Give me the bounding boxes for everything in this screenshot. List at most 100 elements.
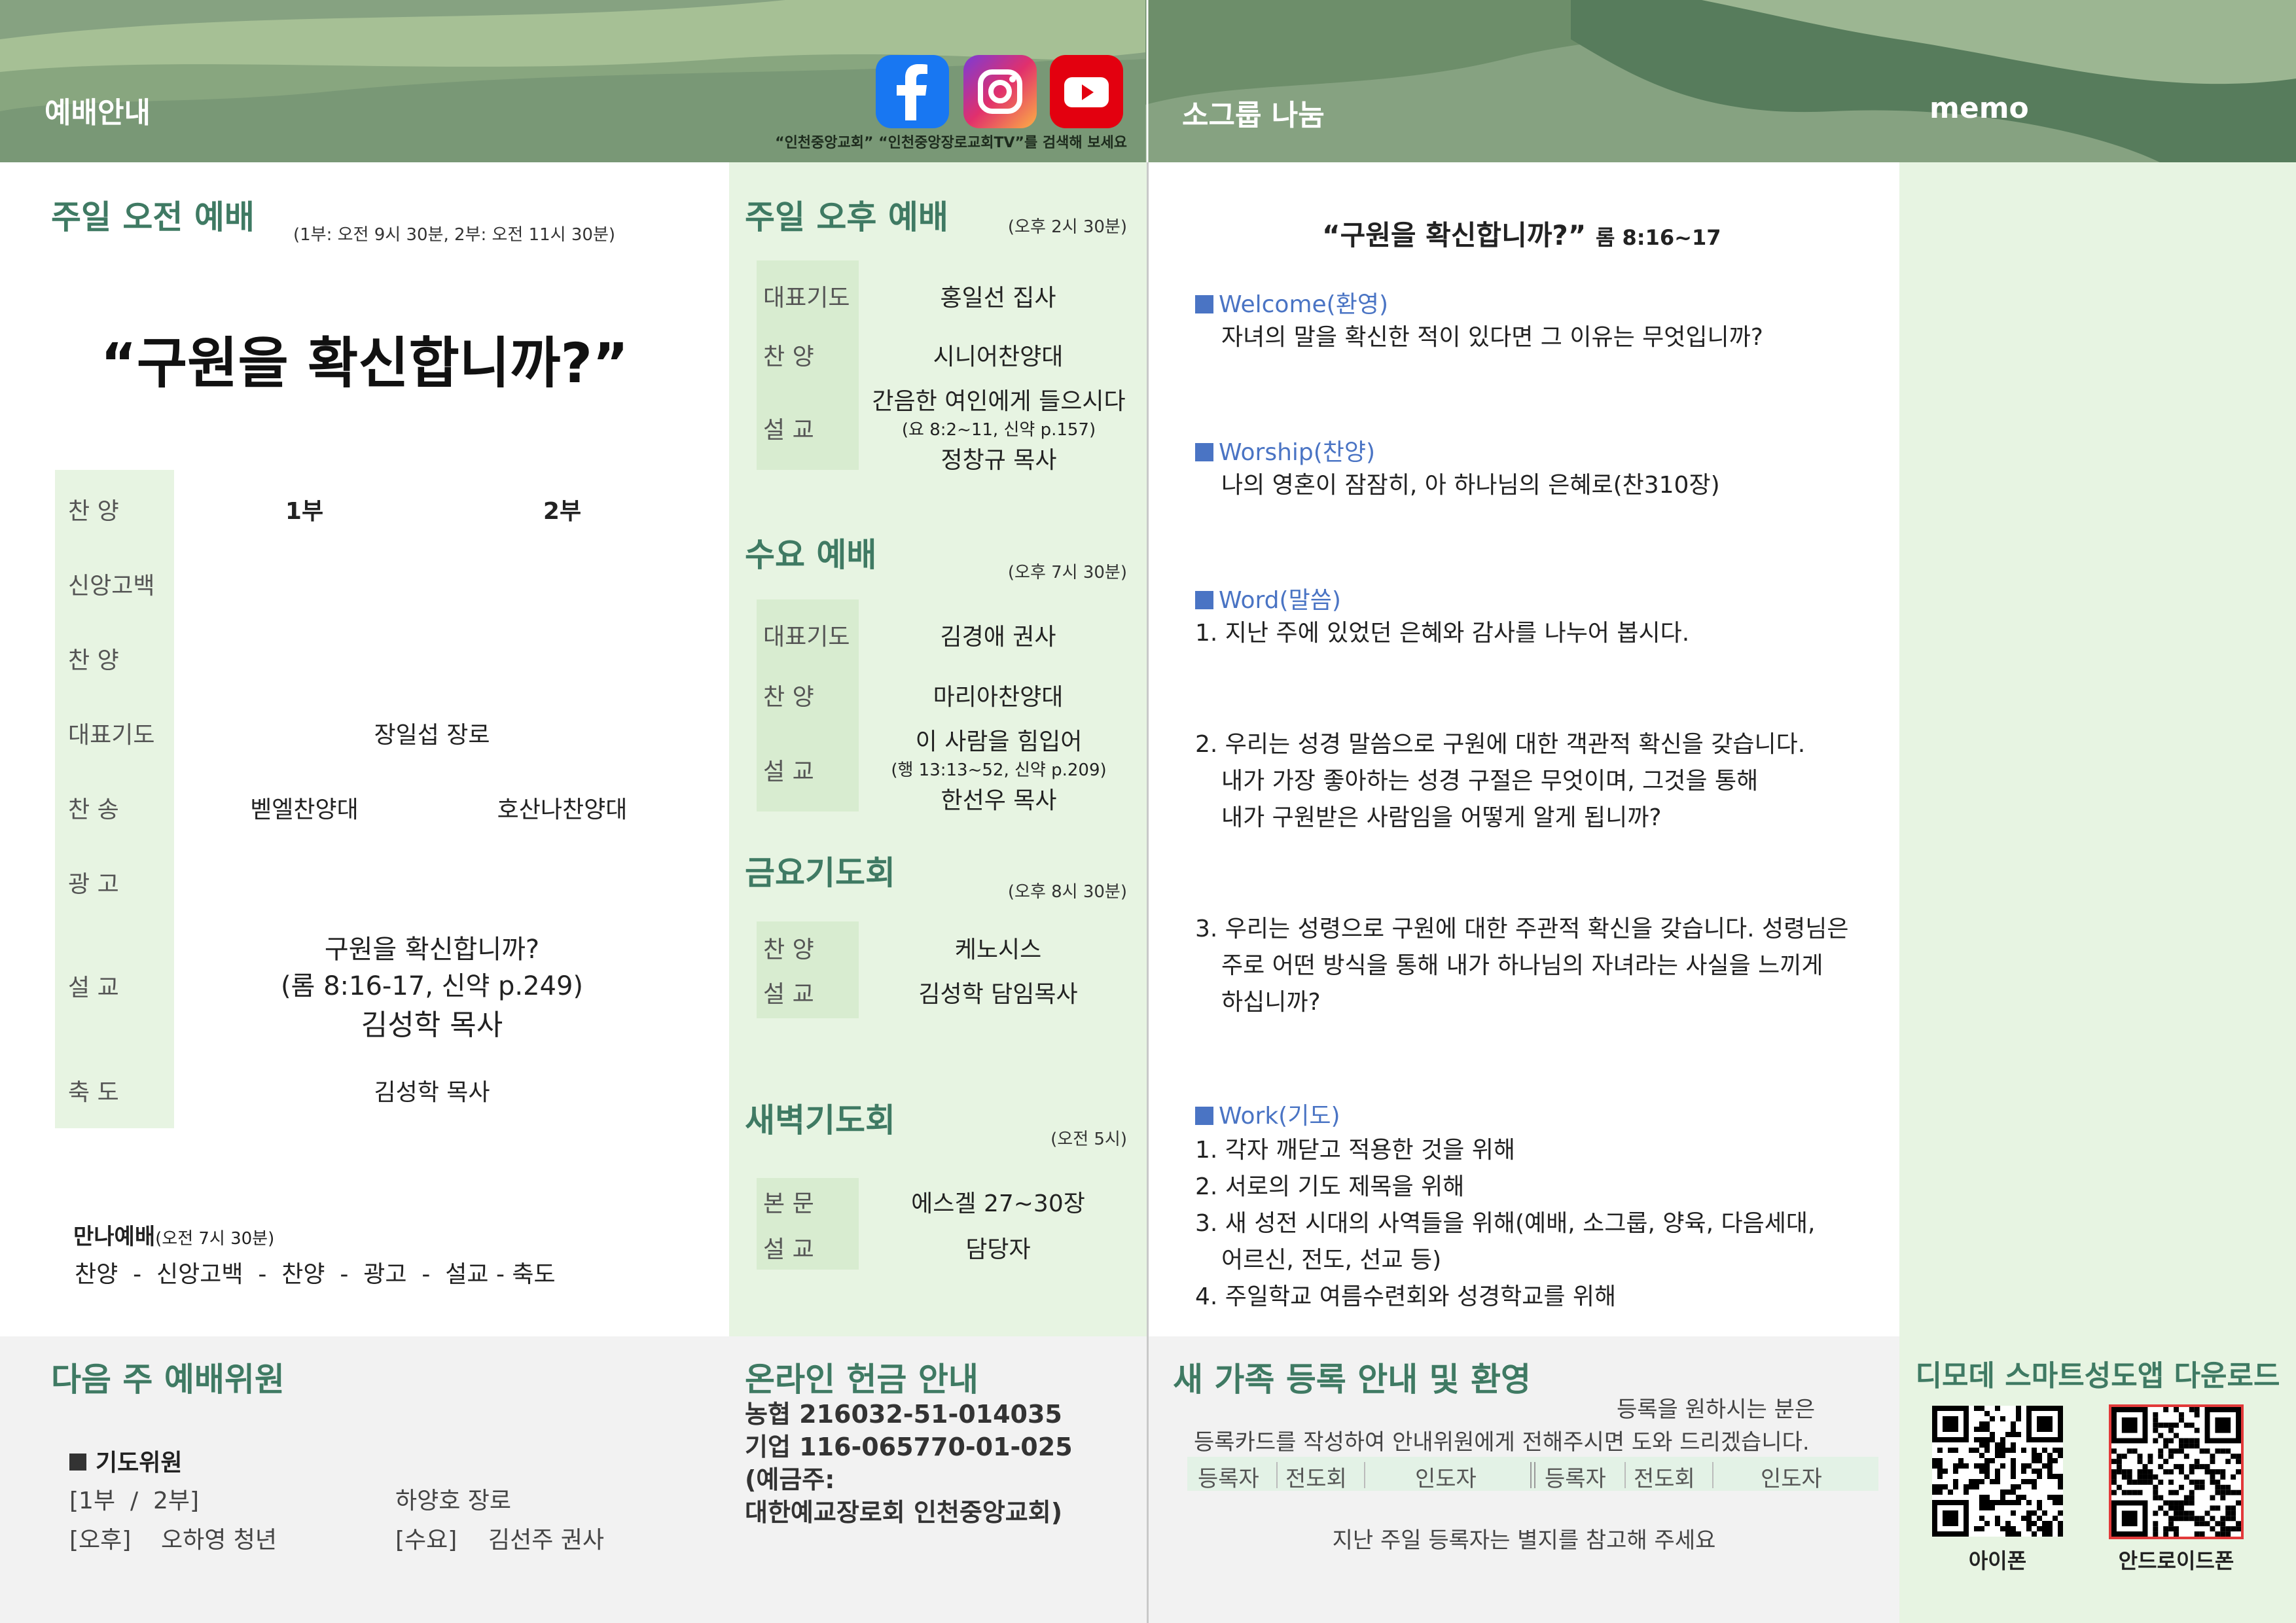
friday-title: 금요기도회	[745, 854, 895, 892]
sg-title: “구원을 확신합니까?” 롬 8:16~17	[1322, 213, 1721, 253]
wed-sermon-title: 이 사람을 힘입어	[915, 728, 1083, 755]
sg-ref: 롬 8:16~17	[1595, 225, 1721, 250]
order-label-announce: 광 고	[68, 871, 119, 898]
word-q3b: 주로 어떤 방식을 통해 내가 하나님의 자녀라는 사실을 느끼게	[1221, 952, 1823, 979]
pm-label-sermon: 설 교	[763, 417, 814, 444]
am-sermon-ref: (롬 8:16-17, 신약 p.249)	[280, 971, 584, 1001]
facebook-icon[interactable]	[876, 55, 949, 128]
fri-praise: 케노시스	[954, 936, 1042, 963]
pm-sermon-ref: (요 8:2~11, 신약 p.157)	[901, 420, 1096, 440]
order-label-sermon: 설 교	[68, 974, 119, 1001]
sunday-pm-title: 주일 오후 예배	[745, 198, 948, 236]
prayer-committee-head-text: 기도위원	[96, 1450, 183, 1476]
bullet-square-icon	[1195, 1107, 1213, 1125]
word-q3a: 3. 우리는 성령으로 구원에 대한 주관적 확신을 갖습니다. 성령님은	[1195, 916, 1849, 942]
pm-sermon-title: 간음한 여인에게 들으시다	[872, 388, 1126, 415]
sunday-am-time: (1부: 오전 9시 30분, 2부: 오전 11시 30분)	[293, 225, 616, 245]
welcome-question: 자녀의 말을 확신한 적이 있다면 그 이유는 무엇입니까?	[1221, 324, 1763, 351]
work-3b: 어르신, 전도, 선교 등)	[1221, 1247, 1442, 1274]
work-1: 1. 각자 깨닫고 적용한 것을 위해	[1195, 1137, 1516, 1164]
manna-order: 찬양 - 신앙고백 - 찬양 - 광고 - 설교 - 축도	[75, 1261, 556, 1288]
work-2: 2. 서로의 기도 제목을 위해	[1195, 1173, 1465, 1200]
memo-column-bg	[1899, 162, 2296, 1336]
word-head: Word(말씀)	[1195, 581, 1341, 615]
choir-1bu: 벧엘찬양대	[250, 796, 359, 823]
word-q1: 1. 지난 주에 있었던 은혜와 감사를 나누어 봅시다.	[1195, 620, 1690, 647]
instagram-icon[interactable]	[963, 55, 1037, 128]
pm-label-prayer: 대표기도	[763, 285, 850, 312]
committee-wed-value: 김선주 권사	[488, 1527, 605, 1554]
word-q2b: 내가 가장 좋아하는 성경 구절은 무엇이며, 그것을 통해	[1221, 768, 1759, 794]
newfamily-col-1: 등록자	[1198, 1466, 1259, 1492]
newfamily-col-5: 전도회	[1634, 1466, 1695, 1492]
order-label-hymn: 찬 양	[68, 498, 119, 525]
table-divider	[1530, 1462, 1532, 1488]
offering-nh-account: 농협 216032-51-014035	[745, 1400, 1062, 1429]
word-q2c: 내가 구원받은 사람임을 어떻게 알게 됩니까?	[1221, 804, 1662, 831]
dawn-text: 에스겔 27~30장	[911, 1190, 1085, 1217]
word-head-text: Word(말씀)	[1219, 587, 1341, 614]
table-divider	[1712, 1462, 1713, 1488]
order-label-prayer: 대표기도	[68, 722, 155, 749]
header-memo-title: memo	[1929, 92, 2029, 125]
pm-praise: 시니어찬양대	[933, 344, 1064, 370]
friday-time: (오후 8시 30분)	[1007, 882, 1127, 902]
choir-2bu: 호산나찬양대	[497, 796, 628, 823]
order-label-creed: 신앙고백	[68, 573, 155, 599]
bullet-square-icon	[1195, 591, 1213, 609]
welcome-head-text: Welcome(환영)	[1219, 291, 1389, 318]
manna-title: 만나예배(오전 7시 30분)	[73, 1219, 274, 1251]
table-divider	[1364, 1462, 1365, 1488]
sermon-title: “구원을 확신합니까?”	[100, 331, 629, 395]
col-1bu: 1부	[285, 498, 324, 525]
search-note: “인천중앙교회” “인천중앙장로교회TV”를 검색해 보세요	[775, 135, 1127, 151]
wed-sermon-ref: (행 13:13~52, 신약 p.209)	[891, 760, 1107, 780]
wed-label-prayer: 대표기도	[763, 624, 850, 651]
work-head: Work(기도)	[1195, 1097, 1340, 1131]
app-title: 디모데 스마트성도앱 다운로드	[1915, 1359, 2280, 1393]
youtube-icon[interactable]	[1050, 55, 1123, 128]
android-qr-code[interactable]	[2109, 1404, 2244, 1539]
table-divider	[1276, 1462, 1278, 1488]
pm-label-praise: 찬 양	[763, 344, 814, 370]
work-head-text: Work(기도)	[1219, 1103, 1340, 1130]
newfamily-note2: 등록카드를 작성하여 안내위원에게 전해주시면 도와 드리겠습니다.	[1194, 1429, 1810, 1455]
sunday-am-title: 주일 오전 예배	[51, 198, 255, 236]
benediction: 김성학 목사	[374, 1079, 490, 1106]
am-preacher: 김성학 목사	[361, 1008, 503, 1042]
sunday-pm-time: (오후 2시 30분)	[1007, 217, 1127, 237]
dawn-time: (오전 5시)	[1050, 1130, 1127, 1149]
prayer-leader: 장일섭 장로	[374, 722, 490, 749]
table-divider	[1534, 1462, 1535, 1488]
wednesday-time: (오후 7시 30분)	[1007, 563, 1127, 582]
pm-prayer: 홍일선 집사	[940, 285, 1056, 312]
header-landscape-image	[0, 0, 2296, 162]
committee-1-2bu-label: [1부 / 2부]	[69, 1488, 200, 1514]
wed-preacher: 한선우 목사	[941, 787, 1057, 814]
iphone-qr-code[interactable]	[1932, 1406, 2063, 1537]
offering-ibk-account: 기업 116-065770-01-025	[745, 1433, 1073, 1461]
dawn-title: 새벽기도회	[745, 1101, 895, 1139]
order-label-blessing: 축 도	[68, 1079, 119, 1106]
newfamily-col-4: 등록자	[1545, 1466, 1606, 1492]
prayer-committee-head: 기도위원	[69, 1444, 182, 1478]
committee-1-2bu-value: 하양호 장로	[395, 1488, 512, 1514]
manna-time: (오전 7시 30분)	[155, 1229, 275, 1249]
newfamily-col-3: 인도자	[1415, 1466, 1477, 1492]
newfamily-note1: 등록을 원하시는 분은	[1617, 1397, 1816, 1423]
newfamily-col-2: 전도회	[1285, 1466, 1347, 1492]
committee-wed-label: [수요]	[395, 1527, 457, 1554]
dawn-preacher: 담당자	[965, 1236, 1031, 1263]
next-week-title: 다음 주 예배위원	[51, 1361, 285, 1399]
col-2bu: 2부	[543, 498, 582, 525]
pm-preacher: 정창규 목사	[941, 447, 1057, 474]
wednesday-title: 수요 예배	[745, 536, 877, 574]
am-sermon-title: 구원을 확신합니까?	[324, 935, 540, 965]
fri-preacher: 김성학 담임목사	[918, 981, 1078, 1008]
table-divider	[1624, 1462, 1626, 1488]
bullet-square-icon	[69, 1454, 86, 1471]
worship-head-text: Worship(찬양)	[1219, 439, 1376, 466]
bullet-square-icon	[1195, 443, 1213, 461]
bullet-square-icon	[1195, 295, 1213, 313]
wed-label-sermon: 설 교	[763, 758, 814, 785]
